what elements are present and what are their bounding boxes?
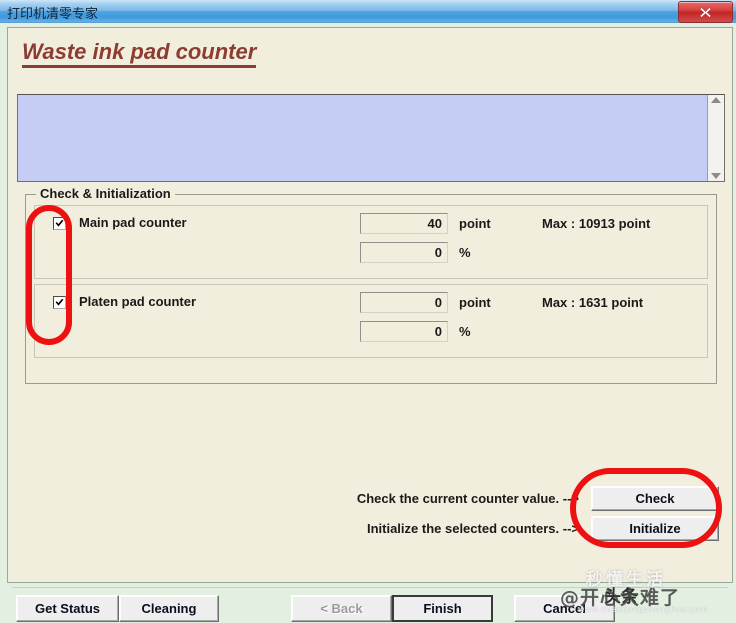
check-initialization-group: Check & Initialization Main pad counter … — [25, 186, 717, 384]
status-log-panel — [17, 94, 725, 182]
check-mark-icon — [55, 219, 64, 227]
scroll-down-arrow-icon[interactable] — [711, 173, 721, 179]
page-title: Waste ink pad counter — [22, 40, 257, 69]
action-check-row: Check the current counter value. --> Che… — [357, 486, 719, 511]
counter-rows: Main pad counter 40 point 0 % Max : 1091… — [34, 205, 708, 358]
content-frame: Waste ink pad counter Check & Initializa… — [7, 27, 733, 583]
status-log-text[interactable] — [18, 95, 707, 181]
max-label-main-pad: Max : 10913 point — [542, 216, 651, 231]
get-status-button[interactable]: Get Status — [16, 595, 119, 622]
input-main-pad-percent[interactable]: 0 — [360, 242, 448, 263]
bottom-separator — [12, 587, 728, 588]
window-body: Waste ink pad counter Check & Initializa… — [0, 23, 736, 623]
counter-label-main-pad: Main pad counter — [79, 215, 187, 230]
check-button[interactable]: Check — [591, 486, 719, 511]
counter-row-platen-pad: Platen pad counter 0 point 0 % Max : 163… — [34, 284, 708, 358]
input-platen-pad-percent[interactable]: 0 — [360, 321, 448, 342]
unit-platen-pad-percent: % — [459, 324, 471, 339]
input-main-pad-point[interactable]: 40 — [360, 213, 448, 234]
cleaning-button[interactable]: Cleaning — [119, 595, 219, 622]
checkbox-platen-pad-counter[interactable] — [53, 296, 66, 309]
finish-button[interactable]: Finish — [392, 595, 493, 622]
status-log-scrollbar[interactable] — [707, 95, 724, 181]
counter-label-platen-pad: Platen pad counter — [79, 294, 197, 309]
check-mark-icon — [55, 298, 64, 306]
back-button: < Back — [291, 595, 392, 622]
group-legend: Check & Initialization — [36, 186, 175, 201]
window-title: 打印机清零专家 — [7, 7, 99, 22]
initialize-button[interactable]: Initialize — [591, 516, 719, 541]
action-check-description: Check the current counter value. --> — [356, 491, 579, 506]
close-button[interactable] — [678, 1, 733, 23]
checkbox-main-pad-counter[interactable] — [53, 217, 66, 230]
cancel-button[interactable]: Cancel — [514, 595, 615, 622]
unit-platen-pad-point: point — [459, 295, 491, 310]
input-platen-pad-point[interactable]: 0 — [360, 292, 448, 313]
action-initialize-row: Initialize the selected counters. --> In… — [367, 516, 719, 541]
close-x-icon — [699, 6, 712, 19]
unit-main-pad-point: point — [459, 216, 491, 231]
action-initialize-description: Initialize the selected counters. --> — [366, 521, 579, 536]
unit-main-pad-percent: % — [459, 245, 471, 260]
window-titlebar: 打印机清零专家 — [0, 0, 736, 23]
scroll-up-arrow-icon[interactable] — [711, 97, 721, 103]
counter-row-main-pad: Main pad counter 40 point 0 % Max : 1091… — [34, 205, 708, 279]
max-label-platen-pad: Max : 1631 point — [542, 295, 644, 310]
